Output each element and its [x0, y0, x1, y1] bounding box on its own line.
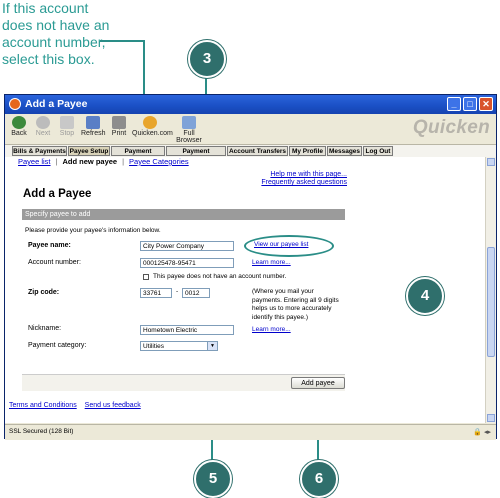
zip-code-label: Zip code: [28, 289, 60, 296]
tab-log-out[interactable]: Log Out [363, 146, 393, 156]
chevron-down-icon: ▼ [207, 342, 217, 350]
help-links: Help me with this page... Frequently ask… [261, 171, 347, 187]
scroll-up-icon[interactable] [487, 158, 495, 166]
callout-line: does not have an [2, 17, 110, 33]
stop-button[interactable]: Stop [57, 116, 77, 137]
payee-categories-link[interactable]: Payee Categories [129, 157, 189, 166]
refresh-button[interactable]: Refresh [81, 116, 106, 137]
nav-tabs: Bills & Payments Payee Setup Payment Act… [5, 145, 496, 165]
form-actions: Add payee [22, 375, 345, 391]
tab-account-transfers[interactable]: Account Transfers [227, 146, 288, 156]
form-intro: Please provide your payee's information … [25, 227, 161, 234]
callout-line: select this box. [2, 51, 95, 67]
section-header: Specify payee to add [22, 209, 345, 220]
tab-payment-accounts[interactable]: Payment Accounts [166, 146, 226, 165]
tab-payee-setup[interactable]: Payee Setup [68, 146, 110, 156]
nickname-input[interactable]: Hometown Electric [140, 325, 234, 335]
help-page-link[interactable]: Help me with this page... [261, 171, 347, 179]
globe-icon [143, 116, 157, 129]
toolbar: Back Next Stop Refresh Print Quicken.com… [5, 114, 496, 145]
refresh-label: Refresh [81, 130, 106, 137]
no-account-label: This payee does not have an account numb… [153, 273, 287, 280]
step-3-badge: 3 [188, 40, 226, 78]
terms-link[interactable]: Terms and Conditions [9, 402, 77, 409]
step-6-badge: 6 [300, 460, 338, 498]
next-button[interactable]: Next [33, 116, 53, 137]
quicken-icon [9, 98, 21, 110]
payment-category-value: Utilities [143, 343, 164, 350]
stop-icon [60, 116, 74, 129]
scroll-thumb[interactable] [487, 247, 495, 357]
zip-extension-input[interactable]: 0012 [182, 288, 210, 298]
connector-line [100, 40, 144, 42]
payee-list-link[interactable]: Payee list [18, 157, 51, 166]
back-label: Back [11, 130, 27, 137]
next-label: Next [35, 130, 51, 137]
payee-name-input[interactable]: City Power Company [140, 241, 234, 251]
maximize-icon[interactable]: □ [463, 97, 477, 111]
print-label: Print [111, 130, 127, 137]
learn-more-link[interactable]: Learn more... [252, 259, 291, 266]
next-arrow-icon [36, 116, 50, 129]
quicken-logo: Quicken [412, 117, 490, 138]
browser-window-icon [182, 116, 196, 129]
step-4-badge: 4 [406, 277, 444, 315]
printer-icon [112, 116, 126, 129]
full-browser-label: Full Browser [176, 130, 202, 144]
minimize-icon[interactable]: _ [447, 97, 461, 111]
tab-payment-activity[interactable]: Payment Activity [111, 146, 165, 165]
payment-category-label: Payment category: [28, 342, 87, 349]
no-account-checkbox[interactable] [143, 274, 149, 280]
zip-code-input[interactable]: 33761 [140, 288, 172, 298]
payee-name-label: Payee name: [28, 242, 71, 249]
sub-navigation: Payee list | Add new payee | Payee Categorie… [18, 157, 189, 166]
callout-line: account number, [2, 34, 106, 50]
step-5-badge: 5 [194, 460, 232, 498]
lock-icon: 🔒 ◂▸ [473, 429, 491, 436]
tab-messages[interactable]: Messages [327, 146, 362, 156]
footer-links: Terms and Conditions Send us feedback [9, 402, 147, 409]
nickname-label: Nickname: [28, 325, 62, 332]
feedback-link[interactable]: Send us feedback [85, 402, 141, 409]
back-button[interactable]: Back [9, 116, 29, 137]
status-text: SSL Secured (128 Bit) [9, 428, 74, 435]
learn-more-link-2[interactable]: Learn more... [252, 326, 291, 333]
faq-link[interactable]: Frequently asked questions [261, 179, 347, 187]
window-title: Add a Payee [25, 98, 88, 110]
refresh-icon [86, 116, 100, 129]
callout-text: If this account does not have an account… [2, 0, 142, 68]
add-new-payee-current: Add new payee [62, 157, 118, 166]
full-browser-button[interactable]: Full Browser [171, 116, 207, 144]
close-icon[interactable]: ✕ [479, 97, 493, 111]
status-bar: SSL Secured (128 Bit) 🔒 ◂▸ [5, 424, 496, 440]
account-number-input[interactable]: 000125478-95471 [140, 258, 234, 268]
tab-bills-payments[interactable]: Bills & Payments [12, 146, 67, 156]
view-payee-list-link[interactable]: View our payee list [254, 241, 308, 248]
payee-form: Please provide your payee's information … [22, 221, 345, 375]
stop-label: Stop [59, 130, 75, 137]
callout-line: If this account [2, 0, 89, 16]
title-bar[interactable]: Add a Payee _ □ ✕ [5, 95, 496, 114]
quicken-com-label: Quicken.com [132, 130, 173, 137]
quicken-com-button[interactable]: Quicken.com [132, 116, 173, 137]
add-payee-button[interactable]: Add payee [291, 377, 345, 389]
zip-help-text: (Where you mail your payments. Entering … [252, 288, 339, 321]
payment-category-select[interactable]: Utilities ▼ [140, 341, 218, 351]
print-button[interactable]: Print [109, 116, 129, 137]
page-title: Add a Payee [23, 188, 92, 200]
browser-window: Add a Payee _ □ ✕ Back Next Stop Refresh… [4, 94, 497, 440]
vertical-scrollbar[interactable] [485, 157, 496, 423]
zip-dash: - [176, 288, 179, 295]
account-number-label: Account number: [28, 259, 81, 266]
tab-my-profile[interactable]: My Profile [289, 146, 326, 156]
scroll-down-icon[interactable] [487, 414, 495, 422]
back-arrow-icon [12, 116, 26, 129]
